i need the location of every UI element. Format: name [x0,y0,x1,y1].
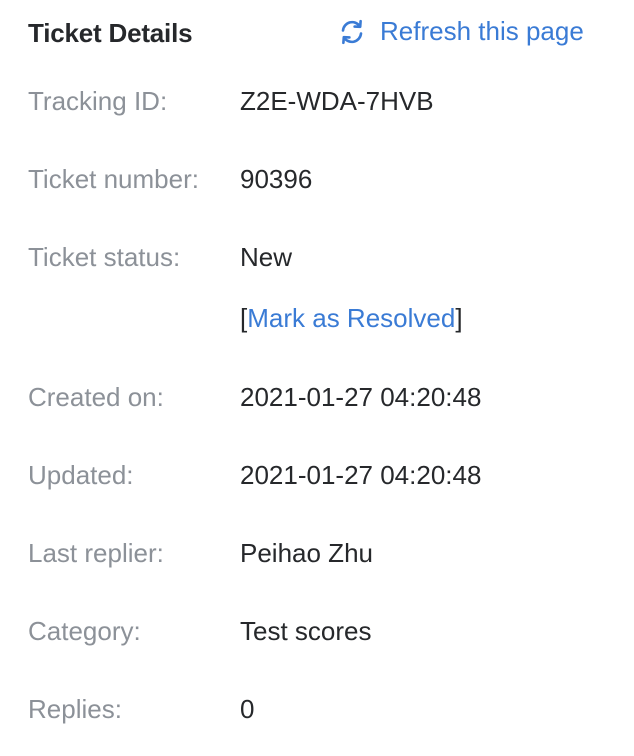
category-label: Category: [28,616,141,646]
tracking-id-label: Tracking ID: [28,86,168,116]
replies-value: 0 [240,694,255,724]
panel-header: Ticket Details Refresh this page [28,14,588,52]
mark-as-resolved-link[interactable]: Mark as Resolved [247,303,455,333]
last-replier-label: Last replier: [28,538,164,568]
mark-resolved-wrapper: [Mark as Resolved] [240,301,463,335]
created-on-value: 2021-01-27 04:20:48 [240,382,482,412]
replies-label: Replies: [28,694,122,724]
category-value: Test scores [240,616,372,646]
refresh-icon[interactable] [338,18,366,46]
refresh-link[interactable]: Refresh this page [338,16,584,47]
ticket-number-label: Ticket number: [28,164,199,194]
ticket-number-value: 90396 [240,164,313,194]
ticket-status-value: New [240,242,293,272]
refresh-label[interactable]: Refresh this page [380,16,584,47]
ticket-details-panel: Ticket Details Refresh this page Trackin… [0,0,634,756]
close-bracket: ] [455,303,463,333]
updated-label: Updated: [28,460,134,490]
last-replier-value: Peihao Zhu [240,538,373,568]
page-title: Ticket Details [28,18,193,48]
created-on-label: Created on: [28,382,164,412]
ticket-status-label: Ticket status: [28,242,181,272]
tracking-id-value: Z2E-WDA-7HVB [240,86,434,116]
updated-value: 2021-01-27 04:20:48 [240,460,482,490]
